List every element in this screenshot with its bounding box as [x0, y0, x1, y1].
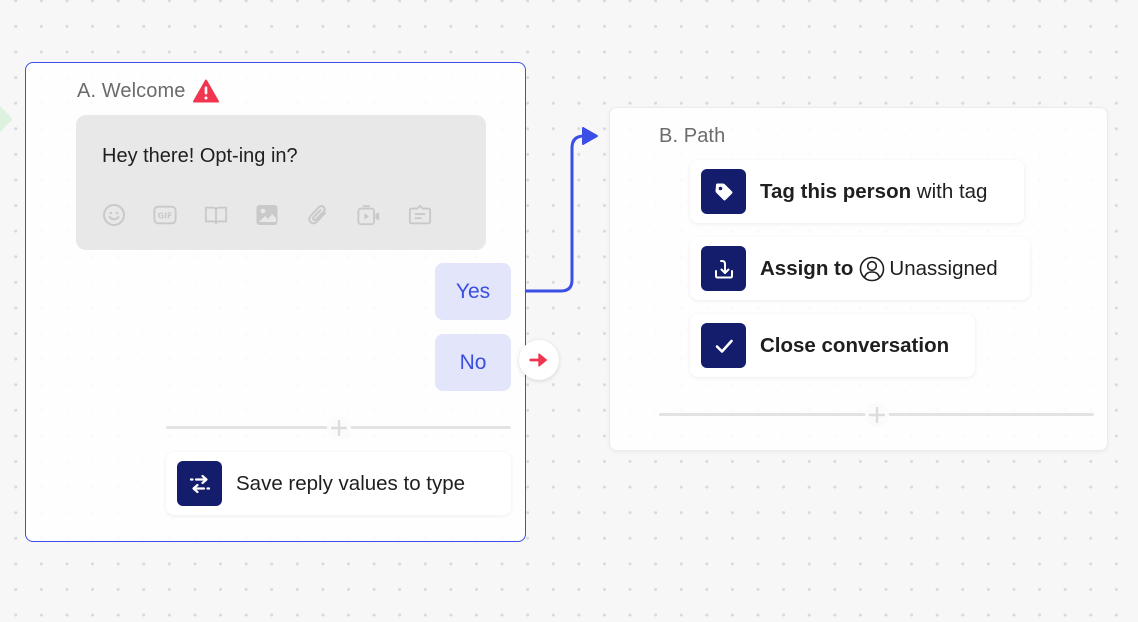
connect-no-reply-button[interactable]	[519, 340, 559, 380]
node-path[interactable]: B. Path Tag this person with tag Assign …	[609, 107, 1108, 451]
add-step-button[interactable]	[865, 403, 889, 427]
swap-arrows-icon	[177, 461, 222, 506]
attachment-paperclip-icon[interactable]	[306, 203, 357, 227]
image-icon[interactable]	[255, 203, 306, 227]
warning-triangle-icon	[193, 79, 220, 103]
node-welcome[interactable]: A. Welcome Hey there! Opt-ing in? GIF Ye…	[25, 62, 559, 542]
message-toolbar: GIF	[102, 203, 459, 227]
arrow-right-icon	[529, 353, 548, 367]
node-title: A. Welcome	[77, 79, 220, 103]
action-tag-person[interactable]: Tag this person with tag	[690, 160, 1024, 223]
action-close-conversation[interactable]: Close conversation	[690, 314, 975, 377]
node-title-text: A. Welcome	[77, 79, 186, 102]
action-save-reply-values[interactable]: Save reply values to type	[166, 452, 511, 515]
node-title: B. Path	[659, 125, 726, 147]
action-label: Tag this person with tag	[760, 179, 988, 203]
reply-button-no[interactable]: No	[435, 334, 511, 391]
action-label: Close conversation	[760, 333, 950, 357]
video-icon[interactable]	[357, 203, 408, 227]
message-text[interactable]: Hey there! Opt-ing in?	[102, 145, 298, 168]
gif-icon[interactable]: GIF	[153, 203, 204, 227]
action-label: Assign to Unassigned	[760, 256, 998, 281]
plus-icon	[869, 407, 885, 423]
plus-icon	[331, 420, 347, 436]
tag-icon	[701, 169, 746, 214]
message-bubble[interactable]: Hey there! Opt-ing in? GIF	[76, 115, 486, 250]
action-assign-to[interactable]: Assign to Unassigned	[690, 237, 1030, 300]
reply-button-yes[interactable]: Yes	[435, 263, 511, 320]
app-card-icon[interactable]	[408, 203, 459, 227]
assignee-value[interactable]: Unassigned	[889, 257, 997, 281]
person-circle-icon	[860, 256, 885, 281]
emoji-icon[interactable]	[102, 203, 153, 227]
article-book-icon[interactable]	[204, 203, 255, 227]
assign-inbox-icon	[701, 246, 746, 291]
svg-text:GIF: GIF	[158, 212, 173, 221]
action-label: Save reply values to type	[236, 471, 466, 495]
incoming-connection-handle[interactable]	[0, 105, 13, 139]
checkmark-icon	[701, 323, 746, 368]
add-step-button[interactable]	[327, 416, 351, 440]
